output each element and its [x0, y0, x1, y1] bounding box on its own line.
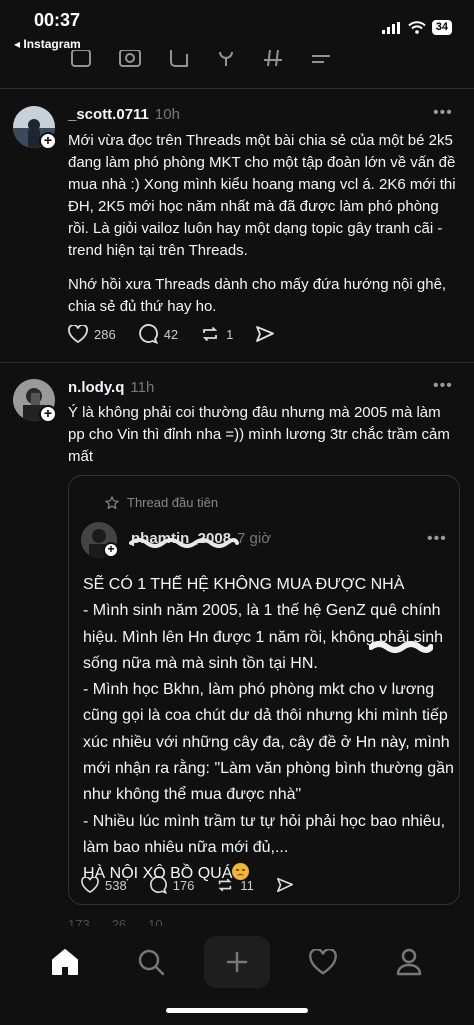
reply-count: 42	[163, 326, 179, 342]
camera-icon[interactable]	[118, 50, 142, 68]
repost-button[interactable]: 1	[200, 324, 233, 344]
repost-icon	[202, 326, 218, 342]
share-button[interactable]	[255, 324, 275, 344]
post-body: Ý là không phải coi thường đâu nhưng mà …	[68, 404, 450, 465]
post-time: 10h	[154, 106, 180, 123]
username[interactable]: n.lody.q	[68, 379, 124, 396]
reply-button[interactable]: 176	[149, 876, 195, 894]
plus-icon	[226, 951, 248, 973]
follow-plus-icon[interactable]: +	[103, 542, 119, 558]
follow-plus-icon[interactable]: +	[39, 132, 57, 150]
list-icon[interactable]	[310, 50, 332, 68]
status-time: 00:37	[34, 10, 81, 30]
image-icon[interactable]	[70, 50, 92, 68]
quoted-thread-card[interactable]: Thread đầu tiên + phamtin_2008 7 giờ ••• …	[68, 475, 460, 905]
post-paragraph: Nhớ hồi xưa Threads dành cho mấy đứa hướ…	[68, 276, 447, 315]
send-icon	[276, 877, 293, 893]
like-count: 286	[94, 326, 116, 342]
post-author[interactable]: _scott.0711 10h	[68, 106, 180, 123]
username[interactable]: _scott.0711	[68, 106, 149, 123]
home-icon	[52, 949, 78, 975]
tab-home[interactable]	[32, 936, 98, 988]
hashtag-icon[interactable]	[262, 50, 284, 68]
back-to-instagram-link[interactable]: ◂ Instagram	[14, 37, 81, 51]
profile-icon	[396, 948, 422, 976]
more-options-icon[interactable]: •••	[427, 530, 447, 548]
tab-profile[interactable]	[376, 936, 442, 988]
cellular-signal-icon	[381, 21, 400, 34]
search-icon	[138, 949, 165, 976]
status-icons: 34	[381, 20, 452, 35]
status-bar: 00:37 ◂ Instagram 34	[0, 0, 474, 56]
quote-time: 7 giờ	[237, 530, 272, 547]
tab-search[interactable]	[118, 936, 184, 988]
scribble-mark	[369, 641, 433, 653]
post-author[interactable]: n.lody.q 11h	[68, 379, 154, 396]
home-indicator	[166, 1008, 308, 1013]
thread-post[interactable]: + _scott.0711 10h ••• Mới vừa đọc trên Th…	[0, 88, 474, 362]
gif-icon[interactable]	[168, 50, 190, 68]
post-actions: 286 42 1	[68, 324, 275, 344]
share-button[interactable]	[276, 876, 294, 894]
repost-button[interactable]: 11	[216, 876, 254, 894]
reply-count: 176	[172, 877, 195, 893]
quote-text: SẼ CÓ 1 THẾ HỆ KHÔNG MUA ĐƯỢC NHÀ - Mình…	[83, 576, 454, 883]
composer-toolbar	[70, 50, 370, 72]
post-paragraph: Mới vừa đọc trên Threads một bài chia sẻ…	[68, 132, 456, 259]
tab-activity[interactable]	[290, 936, 356, 988]
quote-label: Thread đầu tiên	[105, 495, 218, 510]
more-options-icon[interactable]: •••	[433, 104, 453, 122]
repost-count: 11	[240, 877, 254, 893]
mic-icon[interactable]	[216, 50, 236, 68]
scribble-mark	[129, 538, 239, 548]
comment-icon	[138, 324, 158, 344]
reply-button[interactable]: 42	[138, 324, 178, 344]
like-button[interactable]: 538	[81, 877, 127, 893]
wifi-icon	[408, 21, 426, 34]
like-count: 538	[105, 877, 127, 893]
repost-icon	[218, 878, 232, 892]
comment-icon	[149, 876, 167, 894]
post-time: 11h	[130, 379, 155, 396]
heart-icon	[81, 877, 99, 893]
post-body: Mới vừa đọc trên Threads một bài chia sẻ…	[68, 130, 460, 330]
quote-label-text: Thread đầu tiên	[127, 495, 219, 510]
heart-icon	[68, 325, 88, 343]
more-options-icon[interactable]: •••	[433, 377, 453, 395]
send-icon	[256, 326, 275, 342]
repost-count: 1	[226, 326, 234, 342]
battery-indicator: 34	[431, 20, 452, 35]
follow-plus-icon[interactable]: +	[39, 405, 57, 423]
heart-icon	[309, 949, 337, 975]
tab-new-thread[interactable]	[204, 936, 270, 988]
star-icon	[105, 495, 119, 509]
like-button[interactable]: 286	[68, 325, 116, 343]
quote-body: SẼ CÓ 1 THẾ HỆ KHÔNG MUA ĐƯỢC NHÀ - Mình…	[83, 572, 455, 888]
quote-actions: 538 176 11	[81, 876, 294, 894]
